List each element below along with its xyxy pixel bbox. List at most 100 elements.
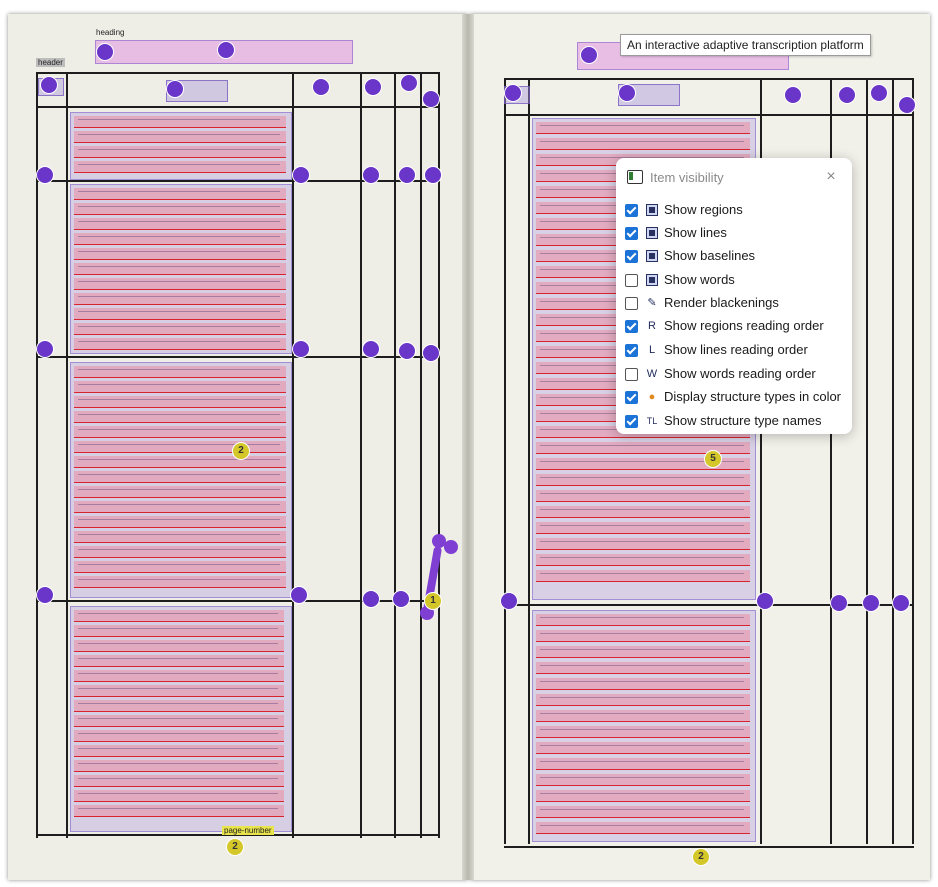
text-line[interactable] — [536, 678, 750, 690]
text-line[interactable] — [74, 338, 286, 350]
item-visibility-panel: Item visibility × Show regions Show line… — [616, 158, 852, 434]
option-regions-reading-order[interactable]: R Show regions reading order — [624, 316, 848, 338]
option-lines-reading-order[interactable]: L Show lines reading order — [624, 340, 848, 362]
text-line[interactable] — [74, 715, 284, 727]
text-line[interactable] — [74, 655, 284, 667]
text-line[interactable] — [74, 248, 286, 260]
drag-handle[interactable] — [444, 540, 458, 554]
text-line[interactable] — [74, 188, 286, 200]
text-line[interactable] — [74, 308, 286, 320]
text-line[interactable] — [74, 426, 286, 438]
text-line[interactable] — [536, 726, 750, 738]
text-line[interactable] — [74, 131, 286, 143]
text-line[interactable] — [74, 670, 284, 682]
text-line[interactable] — [536, 646, 750, 658]
table-rule — [36, 180, 440, 182]
option-show-baselines[interactable]: Show baselines — [624, 246, 848, 268]
regions-reading-order-checkbox[interactable] — [625, 320, 638, 333]
text-line[interactable] — [74, 441, 286, 453]
table-rule — [866, 78, 868, 844]
text-line[interactable] — [74, 233, 286, 245]
text-line[interactable] — [74, 576, 286, 588]
text-line[interactable] — [536, 774, 750, 786]
text-line[interactable] — [536, 694, 750, 706]
text-line[interactable] — [74, 381, 286, 393]
text-line[interactable] — [536, 138, 750, 150]
text-line[interactable] — [74, 640, 284, 652]
heading-line-marker — [217, 41, 235, 59]
text-line[interactable] — [74, 546, 286, 558]
show-regions-checkbox[interactable] — [625, 204, 638, 217]
text-line[interactable] — [74, 685, 284, 697]
text-line[interactable] — [74, 501, 286, 513]
text-line[interactable] — [74, 116, 286, 128]
text-line[interactable] — [536, 662, 750, 674]
text-line[interactable] — [74, 456, 286, 468]
text-line[interactable] — [536, 490, 750, 502]
text-line[interactable] — [74, 203, 286, 215]
text-line[interactable] — [536, 554, 750, 566]
show-baselines-checkbox[interactable] — [625, 250, 638, 263]
text-line[interactable] — [74, 625, 284, 637]
text-line[interactable] — [74, 775, 284, 787]
text-line[interactable] — [536, 806, 750, 818]
text-line[interactable] — [74, 805, 284, 817]
document-canvas[interactable]: heading header 2 1 page-number 2 5 2 An … — [0, 0, 938, 887]
text-line[interactable] — [536, 790, 750, 802]
structure-types-color-checkbox[interactable] — [625, 391, 638, 404]
option-render-blackenings[interactable]: ✎ Render blackenings — [624, 293, 848, 315]
text-line[interactable] — [536, 710, 750, 722]
text-line[interactable] — [74, 323, 286, 335]
text-line[interactable] — [74, 486, 286, 498]
text-line[interactable] — [74, 161, 286, 173]
text-line[interactable] — [74, 700, 284, 712]
text-line[interactable] — [74, 730, 284, 742]
text-line[interactable] — [536, 822, 750, 834]
render-blackenings-checkbox[interactable] — [625, 297, 638, 310]
text-line[interactable] — [74, 218, 286, 230]
words-reading-order-checkbox[interactable] — [625, 368, 638, 381]
panel-title: Item visibility — [650, 170, 724, 185]
text-line[interactable] — [536, 474, 750, 486]
text-line[interactable] — [74, 396, 286, 408]
structure-type-names-checkbox[interactable] — [625, 415, 638, 428]
table-rule — [504, 604, 914, 606]
text-line[interactable] — [536, 630, 750, 642]
lines-reading-order-checkbox[interactable] — [625, 344, 638, 357]
text-line[interactable] — [74, 411, 286, 423]
text-line[interactable] — [74, 531, 286, 543]
text-line[interactable] — [74, 745, 284, 757]
text-line[interactable] — [74, 366, 286, 378]
text-line[interactable] — [74, 561, 286, 573]
text-line[interactable] — [536, 570, 750, 582]
option-structure-types-color[interactable]: ● Display structure types in color — [624, 387, 848, 409]
option-show-lines[interactable]: Show lines — [624, 223, 848, 245]
text-line[interactable] — [74, 516, 286, 528]
region-marker — [892, 594, 910, 612]
text-line[interactable] — [74, 146, 286, 158]
text-line[interactable] — [74, 471, 286, 483]
text-line[interactable] — [74, 790, 284, 802]
text-line[interactable] — [536, 538, 750, 550]
text-line[interactable] — [74, 760, 284, 772]
regions-reading-order-icon: R — [648, 320, 656, 332]
text-line[interactable] — [74, 293, 286, 305]
option-show-regions[interactable]: Show regions — [624, 200, 848, 222]
text-line[interactable] — [74, 610, 284, 622]
region-marker — [500, 592, 518, 610]
show-words-checkbox[interactable] — [625, 274, 638, 287]
text-line[interactable] — [74, 278, 286, 290]
text-line[interactable] — [536, 122, 750, 134]
text-line[interactable] — [536, 614, 750, 626]
close-icon[interactable]: × — [820, 166, 842, 188]
show-lines-checkbox[interactable] — [625, 227, 638, 240]
option-label: Show regions reading order — [664, 318, 824, 333]
text-line[interactable] — [536, 742, 750, 754]
option-structure-type-names[interactable]: TL Show structure type names — [624, 411, 848, 433]
option-words-reading-order[interactable]: W Show words reading order — [624, 364, 848, 386]
text-line[interactable] — [536, 758, 750, 770]
option-show-words[interactable]: Show words — [624, 270, 848, 292]
text-line[interactable] — [536, 522, 750, 534]
text-line[interactable] — [536, 506, 750, 518]
text-line[interactable] — [74, 263, 286, 275]
